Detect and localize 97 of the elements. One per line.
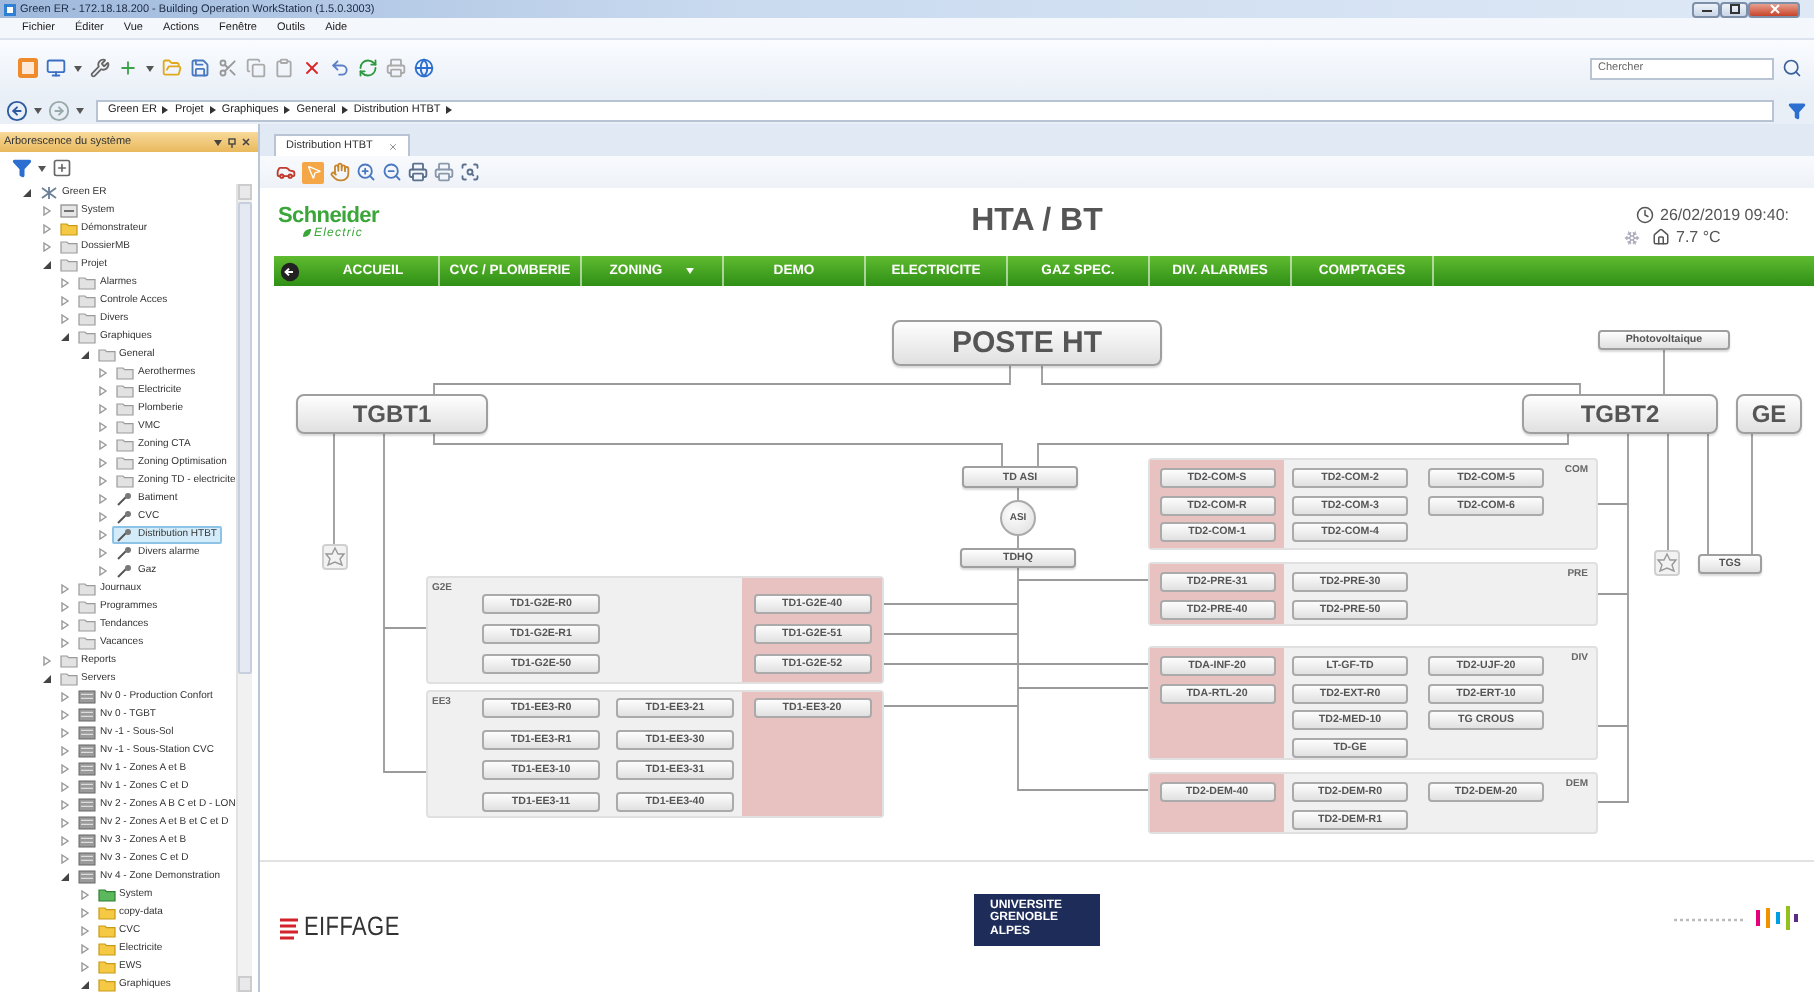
expander-icon[interactable]: [79, 350, 89, 360]
pin-icon[interactable]: [228, 137, 236, 147]
server-icon: [78, 780, 96, 794]
window-icon[interactable]: [18, 58, 38, 78]
star-icon[interactable]: [1654, 550, 1680, 576]
leaf-icon: [302, 228, 312, 238]
scissors-icon[interactable]: [218, 58, 238, 78]
scroll-thumb[interactable]: [238, 202, 252, 674]
plus-icon[interactable]: [118, 58, 138, 78]
maximize-icon: [1729, 4, 1739, 14]
printer-icon[interactable]: [408, 162, 428, 182]
star-icon[interactable]: [322, 544, 348, 570]
connector-line: [1663, 349, 1665, 395]
close-button[interactable]: [1748, 1, 1800, 17]
connector-line: [1751, 433, 1753, 555]
caret-icon[interactable]: [76, 107, 84, 113]
printer-icon[interactable]: [434, 162, 454, 182]
caret-icon[interactable]: [38, 165, 46, 171]
server-icon: [78, 708, 96, 722]
save-icon[interactable]: [190, 58, 210, 78]
chevron-icon[interactable]: [341, 106, 348, 114]
minimize-button[interactable]: [1692, 1, 1720, 17]
chevron-icon[interactable]: [284, 106, 291, 114]
pen-icon: [116, 510, 134, 524]
globe-icon[interactable]: [414, 58, 434, 78]
network-icon: [40, 186, 58, 200]
server-icon: [78, 690, 96, 704]
filter-icon[interactable]: [12, 158, 32, 178]
zoom-in-icon[interactable]: [356, 162, 376, 182]
brand-name: Schneider: [278, 205, 382, 227]
board-button[interactable]: TGBT1: [296, 394, 488, 434]
expander-icon[interactable]: [79, 980, 89, 990]
clipboard-icon[interactable]: [274, 58, 294, 78]
temperature: 7.7 °C: [1676, 228, 1721, 246]
refresh-icon[interactable]: [358, 58, 378, 78]
search-icon[interactable]: [1782, 58, 1802, 78]
company-name: EIFFAGE: [304, 912, 400, 942]
undo-icon[interactable]: [330, 58, 350, 78]
connector-line: [1667, 433, 1669, 551]
server-icon: [78, 762, 96, 776]
server-icon: [78, 816, 96, 830]
system-icon: [59, 204, 77, 218]
date-time: 26/02/2019 09:40:: [1660, 206, 1790, 224]
connector-line: [333, 433, 335, 545]
copy-icon[interactable]: [246, 58, 266, 78]
caret-icon[interactable]: [214, 139, 222, 145]
caret-icon[interactable]: [686, 268, 695, 274]
chevron-icon[interactable]: [162, 106, 169, 114]
minimize-icon: [1701, 6, 1711, 12]
monitor-icon[interactable]: [46, 58, 66, 78]
back-icon[interactable]: [280, 261, 300, 281]
generator-button[interactable]: GE: [1736, 394, 1802, 434]
pen-icon: [116, 564, 134, 578]
clock-icon: [1636, 206, 1654, 224]
close-icon[interactable]: [242, 138, 250, 146]
pen-icon: [116, 492, 134, 506]
folder-icon[interactable]: [162, 58, 182, 78]
chevron-icon[interactable]: [209, 106, 216, 114]
wrench-icon[interactable]: [90, 58, 110, 78]
pen-icon: [116, 546, 134, 560]
filter-icon[interactable]: [1788, 101, 1806, 119]
server-icon: [78, 834, 96, 848]
pointer-icon: [305, 164, 321, 180]
expander-icon[interactable]: [41, 260, 51, 270]
snowflake-icon: [1624, 229, 1640, 245]
printer-icon[interactable]: [386, 58, 406, 78]
zoom-page-icon[interactable]: [460, 162, 480, 182]
substation-button[interactable]: POSTE HT: [892, 320, 1162, 366]
expander-icon[interactable]: [60, 872, 70, 882]
expander-icon[interactable]: [22, 188, 32, 198]
board-button[interactable]: TGBT2: [1522, 394, 1718, 434]
logo-icon: [278, 915, 300, 939]
car-icon[interactable]: [276, 162, 296, 182]
server-icon: [78, 726, 96, 740]
pen-icon: [116, 528, 134, 542]
server-icon: [78, 852, 96, 866]
house-icon: [1652, 228, 1670, 246]
connector-line: [1707, 433, 1709, 555]
page-title: HTA / BT: [971, 204, 1103, 240]
delete-icon[interactable]: [302, 58, 322, 78]
logo-icon: [1670, 903, 1802, 931]
server-icon: [78, 744, 96, 758]
server-icon: [78, 798, 96, 812]
zoom-out-icon[interactable]: [382, 162, 402, 182]
scrollbar[interactable]: [236, 184, 252, 992]
expander-icon[interactable]: [60, 332, 70, 342]
maximize-button[interactable]: [1720, 1, 1748, 17]
connector-line: [1017, 487, 1019, 549]
expander-icon[interactable]: [41, 674, 51, 684]
server-icon: [78, 870, 96, 884]
chevron-icon[interactable]: [446, 106, 453, 114]
close-icon: [1769, 4, 1779, 14]
caret-icon[interactable]: [74, 65, 82, 71]
new-window-icon[interactable]: [52, 158, 72, 178]
caret-icon[interactable]: [146, 65, 154, 71]
hand-icon[interactable]: [330, 162, 350, 182]
caret-icon[interactable]: [34, 107, 42, 113]
